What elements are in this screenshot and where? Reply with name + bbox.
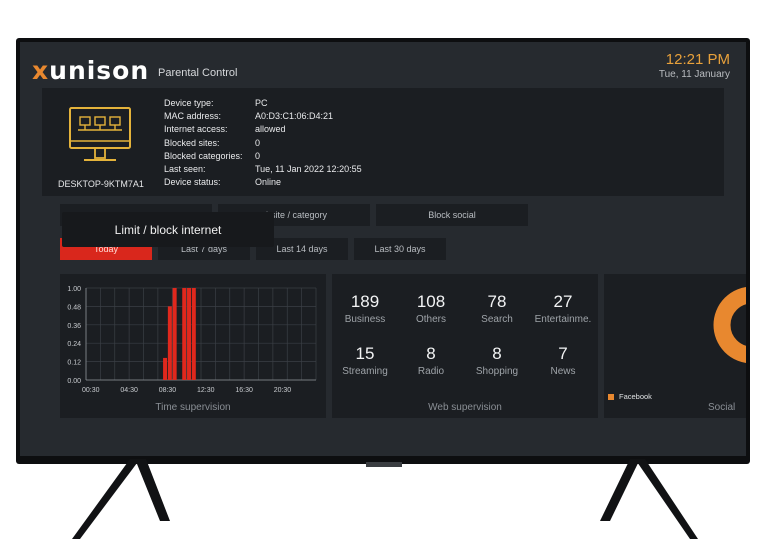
device-name: DESKTOP-9KTM7A1: [58, 179, 144, 189]
stat-label: News: [550, 366, 576, 377]
block-social-button[interactable]: Block social: [376, 204, 528, 226]
chart-x-tick-label: 00:30: [82, 387, 100, 394]
info-label: Last seen:: [164, 163, 206, 174]
info-value: Tue, 11 Jan 2022 12:20:55: [255, 163, 362, 174]
tv-stand-right: [600, 459, 698, 539]
stat-value: 8: [426, 344, 436, 363]
social-donut-ring: [713, 286, 746, 364]
chart-x-tick-label: 16:30: [235, 387, 253, 394]
info-value: allowed: [255, 124, 286, 135]
chart-bar: [187, 288, 192, 380]
stat-entertainment[interactable]: 27 Entertainme.: [530, 292, 596, 325]
stat-value: 108: [416, 292, 446, 311]
clock: 12:21 PM Tue, 11 January: [659, 51, 730, 80]
stat-value: 15: [355, 344, 375, 363]
device-info: Device type: PC MAC address: A0:D3:C1:06…: [164, 97, 362, 188]
chart-x-tick-label: 04:30: [120, 387, 138, 394]
stat-label: Streaming: [342, 366, 388, 377]
chart-y-tick-label: 0.00: [67, 378, 81, 385]
stat-label: Business: [344, 314, 386, 325]
legend-swatch: [608, 393, 614, 400]
limit-internet-tooltip: Limit / block internet: [62, 212, 274, 247]
chart-bar: [172, 288, 177, 380]
social-caption: Social: [708, 402, 736, 413]
chart-y-tick-label: 0.36: [67, 323, 81, 330]
stat-value: 27: [553, 292, 573, 311]
computer-monitor-icon: [69, 107, 131, 161]
legend-label: Facebook: [619, 392, 652, 401]
logo-text: unison: [49, 56, 150, 85]
info-label: Blocked sites:: [164, 137, 220, 148]
app-screen: xunison Parental Control 12:21 PM Tue, 1…: [20, 42, 746, 456]
time-supervision-caption: Time supervision: [155, 402, 231, 413]
stat-business[interactable]: 189 Business: [332, 292, 398, 325]
chart-y-tick-label: 0.48: [67, 304, 81, 311]
brand-logo: xunison: [32, 56, 149, 85]
social-legend: Facebook: [608, 392, 652, 401]
info-value: 0: [255, 150, 261, 161]
stat-radio[interactable]: 8 Radio: [398, 344, 464, 377]
chart-bar: [182, 288, 187, 380]
info-value: PC: [255, 98, 268, 108]
info-value: A0:D3:C1:06:D4:21: [255, 111, 334, 122]
clock-time: 12:21 PM: [665, 51, 730, 68]
stat-label: Others: [415, 314, 446, 325]
stat-value: 7: [558, 344, 568, 363]
info-label: Blocked categories:: [164, 150, 243, 161]
info-value: Online: [255, 177, 282, 188]
clock-date: Tue, 11 January: [658, 69, 730, 80]
tv-sensor: [366, 462, 402, 467]
stat-value: 78: [487, 292, 507, 311]
info-label: Device status:: [164, 177, 221, 188]
social-panel: Facebook Social: [604, 274, 746, 418]
info-label: Internet access:: [164, 124, 228, 135]
stat-label: Shopping: [475, 366, 519, 377]
chart-bar: [191, 288, 196, 380]
chart-x-tick-label: 20:30: [274, 387, 292, 394]
time-supervision-panel: 0.00 0.12 0.24 0.36 0.48 1.00 00:30 04:30 08:30 1…: [60, 274, 326, 418]
stat-value: 189: [350, 292, 380, 311]
logo-x: x: [32, 56, 50, 85]
app-title: Parental Control: [158, 67, 238, 79]
chart-x-tick-label: 12:30: [197, 387, 215, 394]
info-label: MAC address:: [164, 111, 222, 122]
social-donut-chart: [713, 286, 746, 364]
stat-shopping[interactable]: 8 Shopping: [464, 344, 530, 377]
web-supervision-caption: Web supervision: [428, 402, 502, 413]
chart-x-tick-label: 08:30: [159, 387, 177, 394]
info-value: 0: [255, 137, 261, 148]
chart-y-tick-label: 1.00: [67, 286, 81, 293]
stat-label: Search: [481, 314, 513, 325]
stat-others[interactable]: 108 Others: [398, 292, 464, 325]
stat-news[interactable]: 7 News: [530, 344, 596, 377]
web-supervision-panel: 189 Business 108 Others 78 Search 27 Ent…: [332, 274, 598, 418]
stat-search[interactable]: 78 Search: [464, 292, 530, 325]
stat-streaming[interactable]: 15 Streaming: [332, 344, 398, 377]
tv-stand-left: [72, 459, 170, 539]
chart-y-tick-label: 0.24: [67, 341, 81, 348]
time-supervision-chart: 0.00 0.12 0.24 0.36 0.48 1.00 00:30 04:30 08:30 1…: [67, 286, 317, 394]
stat-label: Radio: [417, 366, 445, 377]
chart-y-tick-label: 0.12: [67, 360, 81, 367]
chart-bar: [167, 306, 172, 380]
chart-bar: [163, 357, 168, 380]
info-label: Device type:: [164, 98, 214, 108]
device-panel: DESKTOP-9KTM7A1 Device type: PC MAC addr…: [42, 88, 724, 196]
stat-value: 8: [492, 344, 502, 363]
stat-label: Entertainme.: [534, 314, 592, 325]
range-last30-button[interactable]: Last 30 days: [354, 238, 446, 260]
